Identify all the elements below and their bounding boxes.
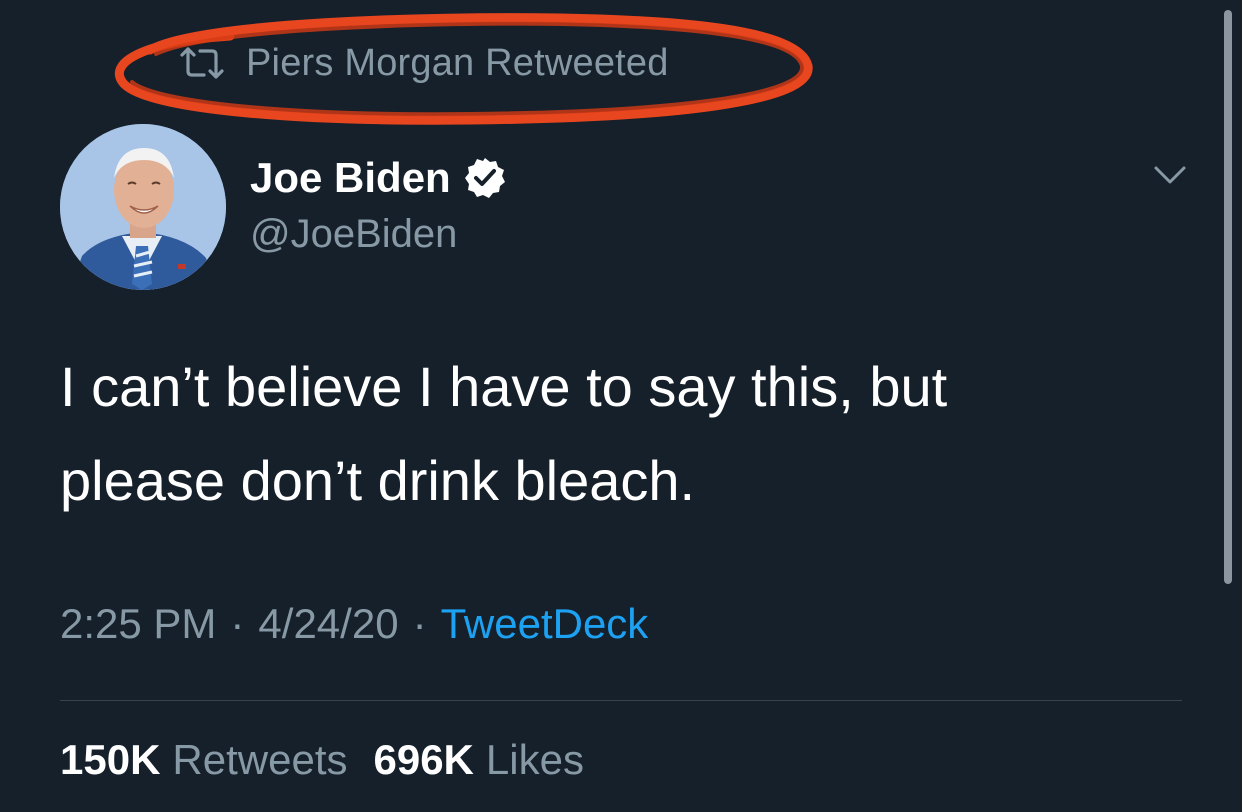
scrollbar[interactable] bbox=[1224, 10, 1232, 584]
tweet-text-line-1: I can’t believe I have to say this, but bbox=[60, 355, 948, 418]
likes-count: 696K bbox=[373, 736, 474, 783]
divider bbox=[60, 700, 1182, 701]
author-handle[interactable]: @JoeBiden bbox=[250, 212, 457, 257]
retweet-context-label: Piers Morgan Retweeted bbox=[246, 41, 669, 84]
author-display-name[interactable]: Joe Biden bbox=[250, 154, 451, 202]
retweet-context[interactable]: Piers Morgan Retweeted bbox=[178, 38, 669, 88]
likes-label: Likes bbox=[485, 736, 584, 783]
retweets-stat[interactable]: 150K Retweets bbox=[60, 736, 347, 784]
tweet-detail-view: Piers Morgan Retweeted Joe Biden @JoeBid… bbox=[0, 0, 1242, 812]
chevron-down-icon[interactable] bbox=[1150, 160, 1190, 190]
avatar[interactable] bbox=[60, 124, 226, 290]
retweets-count: 150K bbox=[60, 736, 161, 783]
tweet-text-line-2: please don’t drink bleach. bbox=[60, 449, 696, 512]
tweet-stats: 150K Retweets 696K Likes bbox=[60, 736, 584, 784]
tweet-time[interactable]: 2:25 PM bbox=[60, 600, 216, 648]
tweet-meta: 2:25 PM · 4/24/20 · TweetDeck bbox=[60, 600, 648, 648]
tweet-text: I can’t believe I have to say this, but … bbox=[60, 340, 1160, 528]
tweet-source-link[interactable]: TweetDeck bbox=[441, 600, 649, 648]
verified-badge-icon bbox=[463, 156, 507, 200]
retweet-icon bbox=[178, 47, 226, 79]
author-name-row[interactable]: Joe Biden bbox=[250, 150, 507, 206]
retweets-label: Retweets bbox=[172, 736, 348, 783]
meta-separator: · bbox=[412, 600, 427, 647]
likes-stat[interactable]: 696K Likes bbox=[373, 736, 583, 784]
meta-separator: · bbox=[230, 600, 245, 647]
tweet-date[interactable]: 4/24/20 bbox=[258, 600, 398, 648]
